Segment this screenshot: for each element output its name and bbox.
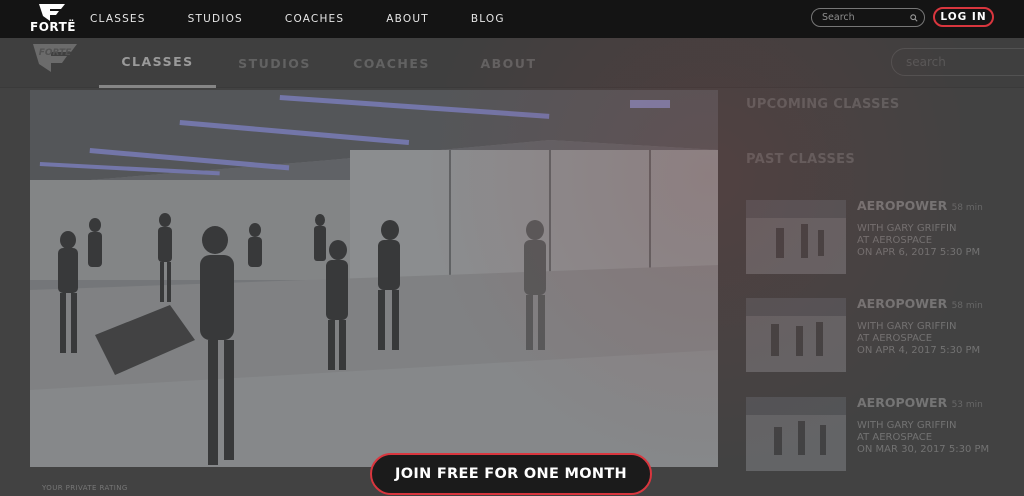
- class-title[interactable]: AEROPOWER 58 min: [857, 199, 983, 214]
- tab-studios[interactable]: STUDIOS: [216, 38, 333, 88]
- nav-classes[interactable]: CLASSES: [90, 13, 146, 25]
- join-free-button[interactable]: JOIN FREE FOR ONE MONTH: [370, 453, 652, 495]
- secondary-tabs: CLASSES STUDIOS COACHES ABOUT: [99, 38, 567, 88]
- class-duration: 58 min: [951, 203, 983, 213]
- login-button[interactable]: LOG IN: [933, 7, 994, 27]
- class-coach: WITH GARY GRIFFIN: [857, 223, 957, 234]
- search-icon[interactable]: [910, 13, 918, 23]
- class-date: ON APR 6, 2017 5:30 PM: [857, 247, 981, 258]
- secondary-nav: FORTE CLASSES STUDIOS COACHES ABOUT sear…: [0, 38, 1024, 88]
- tab-classes[interactable]: CLASSES: [99, 38, 216, 88]
- class-info: AEROPOWER 53 min WITH GARY GRIFFIN AT AE…: [857, 396, 990, 456]
- class-thumbnail[interactable]: [746, 200, 846, 274]
- class-date: ON APR 4, 2017 5:30 PM: [857, 345, 981, 356]
- nav-about[interactable]: ABOUT: [386, 13, 429, 25]
- class-card[interactable]: AEROPOWER 53 min WITH GARY GRIFFIN AT AE…: [746, 396, 1024, 477]
- class-thumbnail-image: [746, 397, 846, 471]
- class-video[interactable]: [30, 90, 718, 467]
- class-thumbnail-image: [746, 298, 846, 372]
- search-box: [811, 8, 925, 27]
- class-info: AEROPOWER 58 min WITH GARY GRIFFIN AT AE…: [857, 297, 983, 357]
- brand-logo[interactable]: FORTË: [30, 3, 76, 35]
- class-duration: 53 min: [951, 400, 983, 410]
- class-date: ON MAR 30, 2017 5:30 PM: [857, 444, 990, 455]
- background-page: FORTE CLASSES STUDIOS COACHES ABOUT sear…: [0, 38, 1024, 496]
- class-thumbnail[interactable]: [746, 397, 846, 471]
- top-navigation-bar: FORTË CLASSES STUDIOS COACHES ABOUT BLOG…: [0, 0, 1024, 38]
- class-title[interactable]: AEROPOWER 58 min: [857, 297, 983, 312]
- tab-about[interactable]: ABOUT: [450, 38, 567, 88]
- class-coach: WITH GARY GRIFFIN: [857, 420, 957, 431]
- class-coach: WITH GARY GRIFFIN: [857, 321, 957, 332]
- class-thumbnail[interactable]: [746, 298, 846, 372]
- forte-logo-icon: [39, 4, 65, 21]
- brand-name: FORTË: [30, 20, 76, 34]
- private-rating-label: YOUR PRIVATE RATING: [42, 484, 128, 492]
- class-studio: AT AEROSPACE: [857, 432, 933, 443]
- nav-coaches[interactable]: COACHES: [285, 13, 344, 25]
- main-nav: CLASSES STUDIOS COACHES ABOUT BLOG: [90, 0, 547, 38]
- upcoming-classes-heading: UPCOMING CLASSES: [746, 97, 900, 112]
- tab-coaches[interactable]: COACHES: [333, 38, 450, 88]
- class-studio: AT AEROSPACE: [857, 235, 933, 246]
- nav-studios[interactable]: STUDIOS: [188, 13, 243, 25]
- secondary-search-input[interactable]: search: [891, 48, 1024, 76]
- class-info: AEROPOWER 58 min WITH GARY GRIFFIN AT AE…: [857, 199, 983, 259]
- class-card[interactable]: AEROPOWER 58 min WITH GARY GRIFFIN AT AE…: [746, 297, 1024, 378]
- video-frame-image: [30, 90, 718, 467]
- class-studio: AT AEROSPACE: [857, 333, 933, 344]
- search-input[interactable]: [822, 12, 910, 23]
- class-title[interactable]: AEROPOWER 53 min: [857, 396, 989, 411]
- class-card[interactable]: AEROPOWER 58 min WITH GARY GRIFFIN AT AE…: [746, 199, 1024, 280]
- class-duration: 58 min: [951, 301, 983, 311]
- class-thumbnail-image: [746, 200, 846, 274]
- nav-blog[interactable]: BLOG: [471, 13, 505, 25]
- secondary-logo[interactable]: FORTE: [31, 42, 79, 86]
- past-classes-heading: PAST CLASSES: [746, 152, 856, 167]
